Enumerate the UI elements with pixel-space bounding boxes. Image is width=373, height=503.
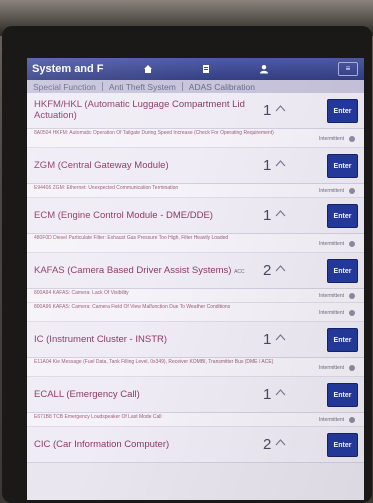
- info-icon[interactable]: [349, 136, 355, 142]
- fault-status: Intermittent: [318, 310, 344, 316]
- module-name: ZGM (Central Gateway Module): [34, 160, 169, 171]
- breadcrumb-special-function[interactable]: Special Function: [27, 82, 102, 92]
- fault-entry[interactable]: E671B8 TCB Emergency Loudspeaker Of Last…: [27, 413, 364, 427]
- module-name: CIC (Car Information Computer): [34, 439, 170, 450]
- fault-description: 800A94 KAFAS: Camera: Lack Of Visibility: [34, 290, 129, 296]
- fault-count: 1: [263, 331, 272, 348]
- module-name: HKFM/HKL (Automatic Luggage Compartment …: [34, 99, 245, 121]
- fault-count: 2: [263, 436, 272, 453]
- enter-button[interactable]: Enter: [327, 433, 358, 457]
- module-row-kafas[interactable]: KAFAS (Camera Based Driver Assist System…: [27, 253, 364, 289]
- module-row-hkfm[interactable]: HKFM/HKL (Automatic Luggage Compartment …: [27, 93, 364, 129]
- fault-count: 1: [263, 157, 272, 174]
- chevron-up-icon[interactable]: [275, 103, 286, 114]
- enter-button[interactable]: Enter: [327, 259, 358, 283]
- fault-description: E11A04 Kie Message (Fuel Data, Tank Fill…: [34, 359, 274, 365]
- info-icon[interactable]: [349, 293, 355, 299]
- tablet-screen: System and F ≡ Special Function Anti The…: [27, 58, 364, 500]
- info-icon[interactable]: [349, 310, 355, 316]
- module-name: IC (Instrument Cluster - INSTR): [34, 334, 168, 345]
- fault-module-list: HKFM/HKL (Automatic Luggage Compartment …: [27, 93, 364, 500]
- module-row-cic[interactable]: CIC (Car Information Computer) 2 Enter: [27, 427, 364, 463]
- module-name: KAFAS (Camera Based Driver Assist System…: [34, 265, 258, 278]
- module-row-ic[interactable]: IC (Instrument Cluster - INSTR) 1 Enter: [27, 322, 364, 358]
- info-icon[interactable]: [349, 241, 355, 247]
- home-icon[interactable]: [119, 64, 177, 75]
- info-icon[interactable]: [349, 365, 355, 371]
- enter-button[interactable]: Enter: [327, 99, 358, 123]
- fault-status: Intermittent: [318, 417, 344, 423]
- enter-button[interactable]: Enter: [327, 204, 358, 228]
- fault-count: 1: [263, 386, 272, 403]
- chevron-up-icon[interactable]: [275, 158, 286, 169]
- fault-description: 800A96 KAFAS: Camera: Camera Field Of Vi…: [34, 304, 231, 310]
- menu-button[interactable]: ≡: [338, 62, 358, 76]
- module-name-text: KAFAS (Camera Based Driver Assist System…: [34, 265, 232, 276]
- enter-button[interactable]: Enter: [327, 154, 358, 178]
- chevron-up-icon[interactable]: [275, 387, 286, 398]
- breadcrumb: Special Function Anti Theft System ADAS …: [27, 80, 364, 93]
- info-icon[interactable]: [349, 417, 355, 423]
- user-icon[interactable]: [235, 64, 293, 75]
- fault-status: Intermittent: [318, 241, 344, 247]
- enter-button[interactable]: Enter: [327, 383, 358, 407]
- fault-entry[interactable]: 800A94 KAFAS: Camera: Lack Of Visibility…: [27, 289, 364, 303]
- fault-description: 8A0504 HKFM: Automatic Operation Of Tail…: [34, 130, 274, 136]
- fault-status: Intermittent: [318, 293, 344, 299]
- chevron-up-icon[interactable]: [275, 208, 286, 219]
- fault-count: 2: [263, 262, 272, 279]
- fault-status: Intermittent: [318, 136, 344, 142]
- breadcrumb-anti-theft-system[interactable]: Anti Theft System: [103, 82, 182, 92]
- enter-button[interactable]: Enter: [327, 328, 358, 352]
- info-icon[interactable]: [349, 188, 355, 194]
- title-bar: System and F ≡: [27, 58, 364, 80]
- fault-count: 1: [263, 207, 272, 224]
- module-row-ecall[interactable]: ECALL (Emergency Call) 1 Enter: [27, 377, 364, 413]
- fault-entry[interactable]: E94406 ZGM: Ethernet: Unexpected Communi…: [27, 184, 364, 198]
- fault-status: Intermittent: [318, 365, 344, 371]
- chevron-up-icon[interactable]: [275, 263, 286, 274]
- document-icon[interactable]: [177, 64, 235, 75]
- module-row-ecm[interactable]: ECM (Engine Control Module - DME/DDE) 1 …: [27, 198, 364, 234]
- module-name: ECM (Engine Control Module - DME/DDE): [34, 210, 213, 221]
- fault-description: 480F0D Diesel Particulate Filter: Exhaus…: [34, 235, 229, 241]
- chevron-up-icon[interactable]: [275, 332, 286, 343]
- window-title: System and F: [32, 63, 104, 75]
- fault-entry[interactable]: 8A0504 HKFM: Automatic Operation Of Tail…: [27, 129, 364, 148]
- fault-count: 1: [263, 102, 272, 119]
- fault-description: E671B8 TCB Emergency Loudspeaker Of Last…: [34, 414, 162, 420]
- fault-status: Intermittent: [318, 188, 344, 194]
- chevron-up-icon[interactable]: [275, 437, 286, 448]
- fault-entry[interactable]: E11A04 Kie Message (Fuel Data, Tank Fill…: [27, 358, 364, 377]
- fault-entry[interactable]: 800A96 KAFAS: Camera: Camera Field Of Vi…: [27, 303, 364, 322]
- fault-description: E94406 ZGM: Ethernet: Unexpected Communi…: [34, 185, 179, 191]
- fault-entry[interactable]: 480F0D Diesel Particulate Filter: Exhaus…: [27, 234, 364, 253]
- breadcrumb-adas-calibration[interactable]: ADAS Calibration: [183, 82, 261, 92]
- module-row-zgm[interactable]: ZGM (Central Gateway Module) 1 Enter: [27, 148, 364, 184]
- module-tag: ACC: [234, 269, 245, 275]
- module-name: ECALL (Emergency Call): [34, 389, 140, 400]
